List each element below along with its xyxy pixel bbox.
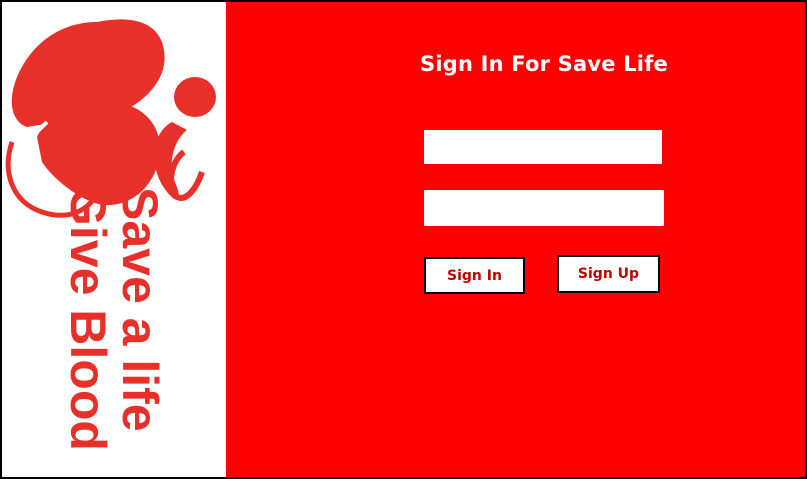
sign-in-button[interactable]: Sign In (424, 257, 525, 294)
app-window: Save a life Give Blood Sign In For Save … (0, 0, 807, 479)
logo-slogan-line2: Give Blood (60, 187, 116, 451)
sign-up-label: Sign Up (577, 266, 640, 282)
page-title: Sign In For Save Life (420, 52, 668, 76)
person-head (174, 77, 216, 117)
small-drop (168, 149, 205, 201)
branding-panel: Save a life Give Blood (2, 2, 226, 477)
sign-up-button[interactable]: Sign Up (557, 255, 660, 293)
username-field[interactable] (424, 130, 662, 164)
password-field[interactable] (424, 190, 664, 226)
signin-panel: Sign In For Save Life Sign In Sign Up (226, 2, 805, 477)
logo-slogan-line1: Save a life (112, 187, 168, 432)
sign-in-label: Sign In (447, 267, 502, 284)
logo-slogan: Save a life Give Blood (60, 187, 168, 477)
